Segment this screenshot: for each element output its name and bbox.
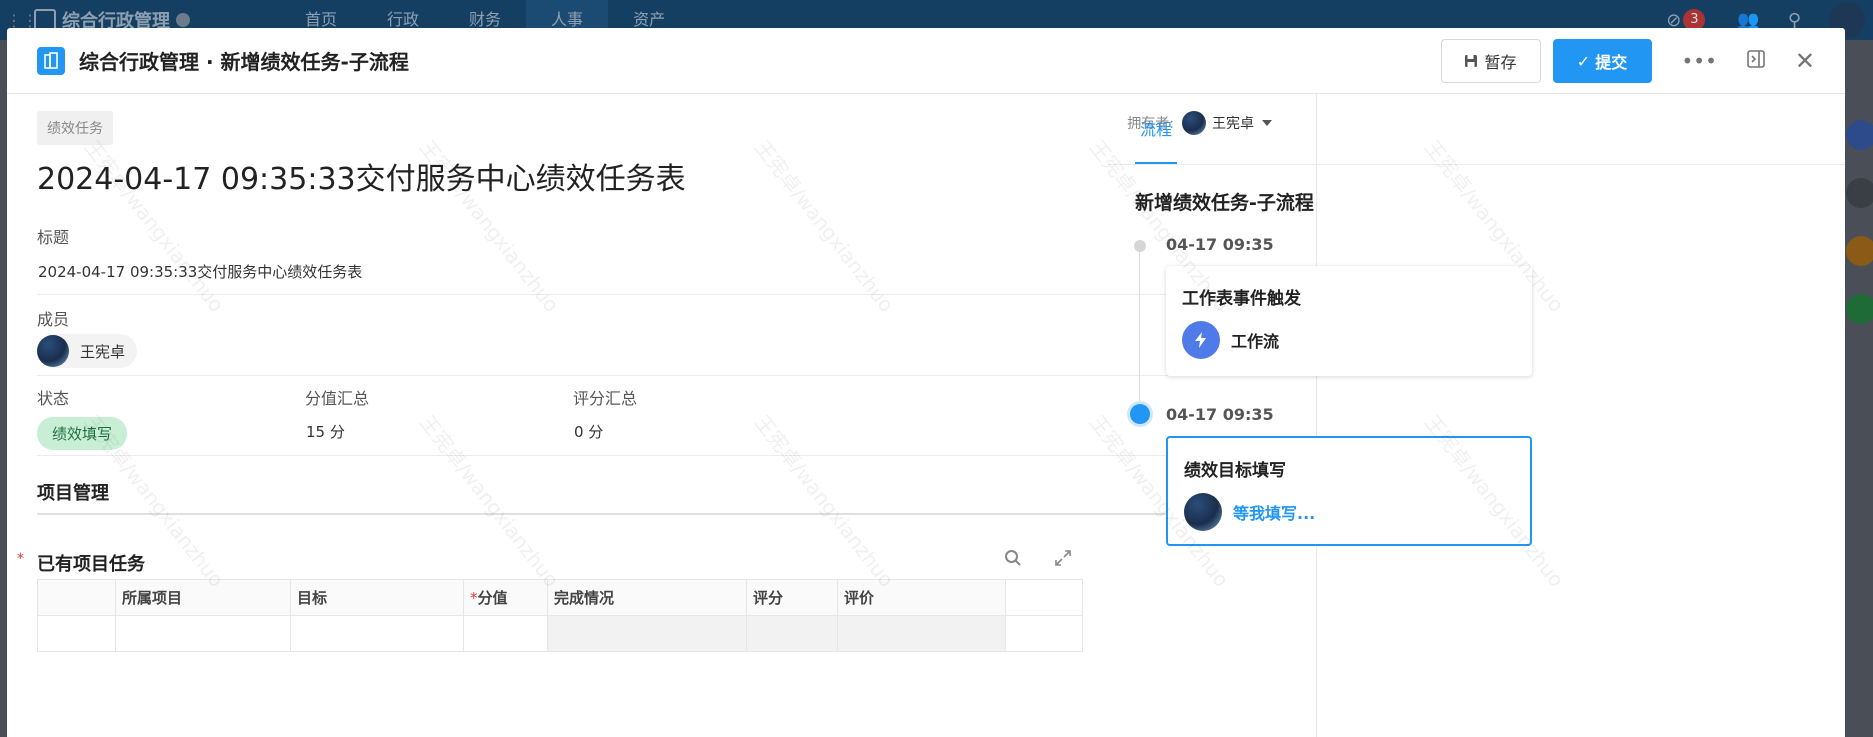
status-badge[interactable]: 绩效填写 [37,417,128,450]
step-row: 等我填写... [1184,493,1315,531]
tab-workflow[interactable]: 流程 [1135,94,1178,164]
rating-total-label: 评分汇总 [573,389,638,408]
column-header[interactable]: 评分 [746,579,838,616]
expand-icon[interactable] [1054,549,1072,572]
member-chip[interactable]: 王宪卓 [37,334,138,368]
table-cell[interactable] [115,615,291,652]
step-label: 工作流 [1231,332,1280,351]
tab-divider [1108,164,1845,165]
search-icon[interactable] [1004,549,1022,572]
step-title: 工作表事件触发 [1182,289,1301,309]
save-draft-button[interactable]: 暂存 [1440,39,1541,83]
save-icon [1465,55,1478,67]
divider [37,455,1292,456]
divider [37,294,1292,295]
table-cell [37,615,116,652]
background-right-icons [1846,120,1873,352]
table-cell [746,615,838,652]
step-row: 工作流 [1182,321,1279,359]
score-total-value: 15 分 [306,423,345,441]
section-title-project[interactable]: 项目管理 [37,479,109,505]
workflow-panel: 流程 新增绩效任务-子流程 04-17 09:35 工作表事件触发 工作流 04… [1108,94,1845,737]
record-title: 2024-04-17 09:35:33交付服务中心绩效任务表 [37,162,686,197]
score-total-label: 分值汇总 [305,389,370,408]
bg-icon-dark [1846,178,1873,208]
app-building-icon [37,46,65,75]
step-card-active[interactable]: 绩效目标填写 等我填写... [1166,436,1532,546]
table-cell [1005,615,1083,652]
column-header[interactable]: 评价 [837,579,1006,616]
step-title: 绩效目标填写 [1184,461,1286,481]
bg-icon-orange [1846,236,1873,266]
member-avatar [37,335,69,367]
check-icon: ✓ [1576,51,1591,71]
subsection-title: 已有项目任务 [37,554,145,575]
actions-header [1005,579,1083,616]
table-row[interactable] [37,615,1083,652]
step-card[interactable]: 工作表事件触发 工作流 [1166,266,1532,376]
column-header[interactable]: 完成情况 [547,579,747,616]
close-icon[interactable]: ✕ [1795,47,1815,75]
table-header-row: 所属项目 目标 *分值 完成情况 评分 评价 [37,579,1083,616]
modal-title: 综合行政管理 · 新增绩效任务-子流程 [79,50,409,74]
more-icon[interactable]: ••• [1682,49,1717,73]
submit-label: 提交 [1595,53,1628,72]
divider [37,375,1292,376]
modal-header: 综合行政管理 · 新增绩效任务-子流程 暂存 ✓ 提交 ••• ✕ [7,28,1845,94]
table-cell[interactable] [290,615,464,652]
timeline-dot-current [1130,404,1150,424]
assignee-avatar [1184,493,1222,531]
table-cell [837,615,1006,652]
table-cell[interactable] [463,615,548,652]
section-divider [37,513,1292,515]
record-type-tag: 绩效任务 [37,111,113,145]
row-number-header [37,579,116,616]
flow-title: 新增绩效任务-子流程 [1135,192,1314,214]
step-label[interactable]: 等我填写... [1233,500,1315,524]
member-field-label: 成员 [37,310,70,329]
record-modal: 综合行政管理 · 新增绩效任务-子流程 暂存 ✓ 提交 ••• ✕ 绩效任务 拥… [7,28,1845,737]
column-header-label: 分值 [477,589,508,607]
column-header-required[interactable]: *分值 [463,579,548,616]
table-cell [547,615,747,652]
timeline-line [1139,244,1140,414]
timeline-dot-done [1134,240,1146,252]
required-star-icon: * [17,551,24,567]
column-header[interactable]: 所属项目 [115,579,291,616]
apps-grid-icon: ⋮⋮ [6,10,38,30]
save-label: 暂存 [1484,53,1517,72]
workflow-bolt-icon [1182,321,1220,359]
submit-button[interactable]: ✓ 提交 [1552,39,1652,83]
step-time: 04-17 09:35 [1166,235,1274,254]
title-field-label: 标题 [37,228,70,247]
rating-total-value: 0 分 [574,423,604,441]
step-time: 04-17 09:35 [1166,405,1274,424]
column-header[interactable]: 目标 [290,579,464,616]
header-actions: 暂存 ✓ 提交 ••• ✕ [1440,28,1846,94]
info-icon [176,13,190,27]
member-name: 王宪卓 [80,342,126,361]
title-field-value[interactable]: 2024-04-17 09:35:33交付服务中心绩效任务表 [38,261,362,282]
collapse-panel-icon[interactable] [1747,49,1765,73]
status-field-label: 状态 [37,389,70,408]
project-task-table: 所属项目 目标 *分值 完成情况 评分 评价 [37,579,1083,652]
bg-icon-blue [1846,120,1873,150]
required-star-icon: * [470,589,478,607]
bg-icon-green [1846,294,1873,324]
